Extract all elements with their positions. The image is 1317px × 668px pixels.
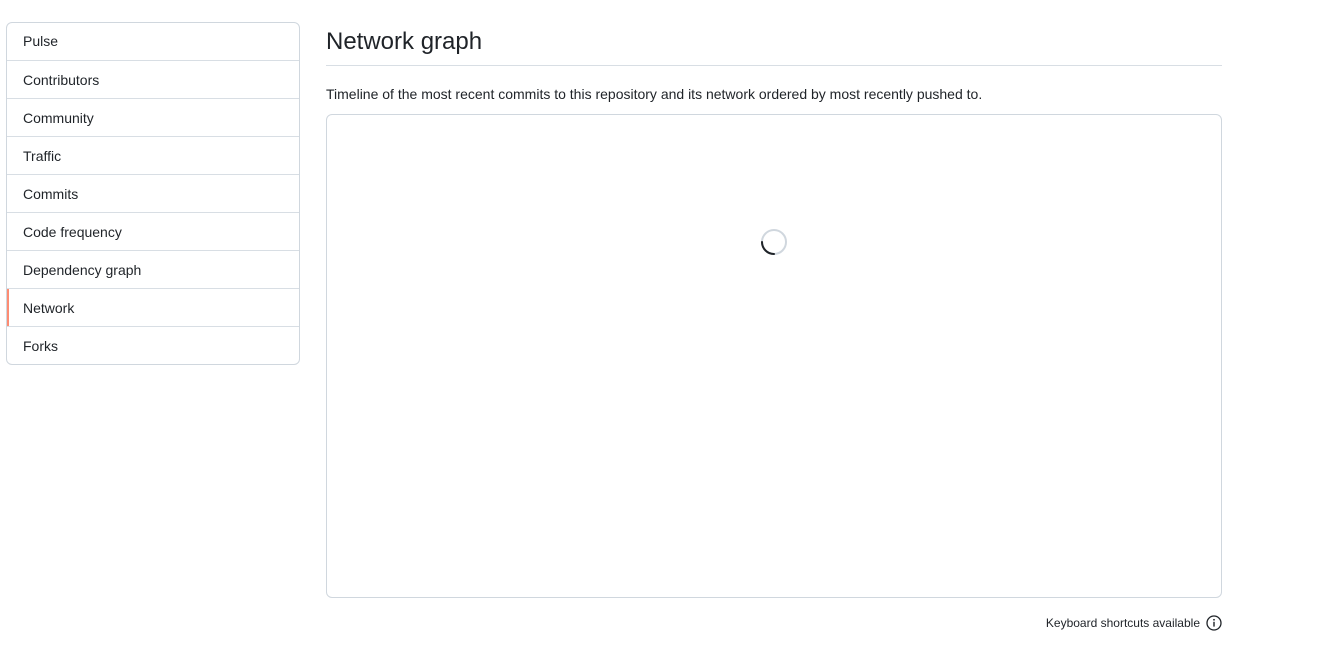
page-description: Timeline of the most recent commits to t…	[326, 86, 983, 102]
sidebar-item-network[interactable]: Network	[7, 288, 299, 326]
sidebar-item-commits[interactable]: Commits	[7, 174, 299, 212]
insights-sidebar-menu: Pulse Contributors Community Traffic Com…	[6, 22, 300, 365]
network-graph-container[interactable]	[326, 114, 1222, 598]
sidebar-item-label: Network	[23, 300, 75, 316]
loading-spinner-icon	[761, 229, 787, 255]
sidebar-item-label: Pulse	[23, 33, 59, 49]
sidebar-item-label: Forks	[23, 338, 58, 354]
sidebar-item-pulse[interactable]: Pulse	[7, 23, 299, 60]
sidebar-item-code-frequency[interactable]: Code frequency	[7, 212, 299, 250]
insights-page: Pulse Contributors Community Traffic Com…	[0, 0, 1317, 668]
main-content: Network graph Timeline of the most recen…	[326, 22, 1222, 598]
sidebar-item-community[interactable]: Community	[7, 98, 299, 136]
keyboard-shortcuts-label: Keyboard shortcuts available	[1045, 616, 1200, 630]
info-icon[interactable]	[1206, 615, 1222, 631]
sidebar-item-label: Code frequency	[23, 224, 122, 240]
sidebar-item-label: Contributors	[23, 72, 100, 88]
sidebar-item-label: Dependency graph	[23, 262, 142, 278]
keyboard-shortcuts-hint[interactable]: Keyboard shortcuts available	[1046, 615, 1222, 631]
sidebar-item-label: Community	[23, 110, 94, 126]
sidebar-item-label: Commits	[23, 186, 79, 202]
sidebar-item-contributors[interactable]: Contributors	[7, 60, 299, 98]
sidebar-item-forks[interactable]: Forks	[7, 326, 299, 364]
sidebar-item-traffic[interactable]: Traffic	[7, 136, 299, 174]
page-title: Network graph	[326, 28, 483, 55]
subhead: Network graph	[326, 22, 1222, 66]
sidebar-item-label: Traffic	[23, 148, 62, 164]
sidebar-item-dependency-graph[interactable]: Dependency graph	[7, 250, 299, 288]
